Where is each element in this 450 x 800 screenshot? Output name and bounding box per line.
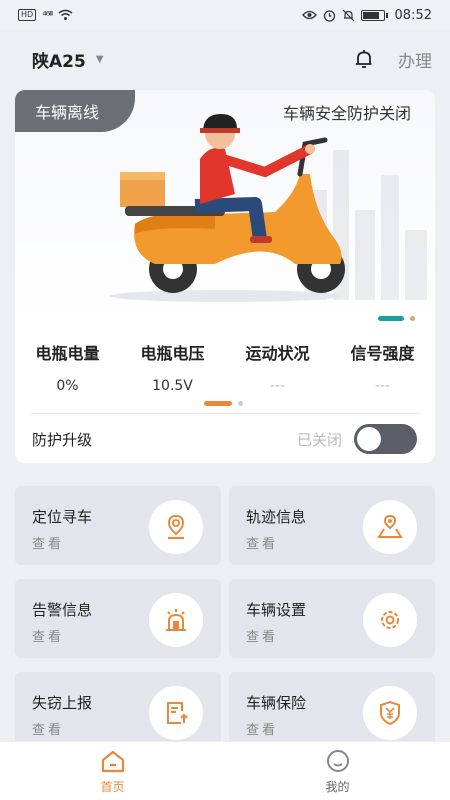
map-route-icon	[363, 500, 417, 554]
battery-icon	[360, 9, 388, 21]
stat-battery-level: 电瓶电量 0%	[15, 340, 120, 394]
status-bar: HD ⁴⁶ᴵᴵᴵ 08:52	[0, 0, 450, 30]
hd-badge: HD	[18, 9, 37, 21]
profile-circle-icon	[326, 750, 349, 772]
stat-value: 0%	[56, 378, 79, 394]
wifi-icon	[58, 9, 73, 20]
stat-value: ---	[374, 378, 391, 394]
stat-label: 运动状况	[245, 344, 310, 363]
banner: 车辆离线 车辆安全防护关闭	[15, 90, 435, 325]
pager-dot[interactable]	[410, 316, 415, 321]
clock-time: 08:52	[394, 7, 432, 23]
tile-alarm-info[interactable]: 告警信息 查看	[15, 579, 221, 658]
tile-track-info[interactable]: 轨迹信息 查看	[229, 486, 435, 565]
upgrade-label: 防护升级	[32, 430, 93, 449]
mute-bell-icon	[342, 9, 354, 21]
protection-upgrade-row: 防护升级 已关闭	[32, 424, 417, 454]
tab-label: 首页	[100, 780, 125, 794]
upgrade-status: 已关闭	[296, 430, 342, 449]
report-upload-icon	[149, 686, 203, 740]
chevron-down-icon[interactable]: ▼	[96, 54, 104, 65]
tile-theft-report[interactable]: 失窃上报 查看	[15, 672, 221, 741]
banner-pager	[378, 316, 415, 321]
pager-dot[interactable]	[238, 401, 243, 406]
status-right: 08:52	[301, 7, 432, 23]
tab-mine[interactable]: 我的	[225, 742, 450, 800]
toggle-knob	[357, 427, 381, 451]
signal-icon: ⁴⁶ᴵᴵᴵ	[42, 8, 53, 22]
stat-motion-status: 运动状况 ---	[225, 340, 330, 394]
tile-locate-vehicle[interactable]: 定位寻车 查看	[15, 486, 221, 565]
pager-dot-active[interactable]	[378, 316, 404, 321]
stat-label: 电瓶电量	[35, 344, 100, 363]
stats-pager	[204, 401, 243, 406]
stat-battery-voltage: 电瓶电压 10.5V	[120, 340, 225, 394]
pager-dot-active[interactable]	[204, 401, 232, 406]
bottom-tab-bar: 首页 我的	[0, 742, 450, 800]
stat-value: 10.5V	[152, 378, 193, 394]
feature-grid: 定位寻车 查看 轨迹信息 查看 告警信息 查看 车辆设置 查看 失窃上报 查看 …	[15, 486, 435, 741]
alarm-light-icon	[149, 593, 203, 647]
tab-label: 我的	[325, 780, 350, 794]
tab-home[interactable]: 首页	[0, 742, 225, 800]
protection-toggle[interactable]	[354, 424, 417, 454]
gear-icon	[363, 593, 417, 647]
stat-label: 信号强度	[350, 344, 415, 363]
stat-value: ---	[269, 378, 286, 394]
stats-row: 电瓶电量 0% 电瓶电压 10.5V 运动状况 --- 信号强度 ---	[15, 340, 435, 394]
tile-vehicle-settings[interactable]: 车辆设置 查看	[229, 579, 435, 658]
insurance-shield-icon	[363, 686, 417, 740]
scooter-rider-illustration	[110, 114, 345, 302]
vehicle-plate-selector[interactable]: 陕A25	[32, 47, 86, 72]
tile-vehicle-insurance[interactable]: 车辆保险 查看	[229, 672, 435, 741]
bell-icon[interactable]	[352, 47, 376, 71]
stat-label: 电瓶电压	[140, 344, 205, 363]
manage-button[interactable]: 办理	[398, 47, 432, 72]
divider	[30, 413, 420, 414]
location-pin-icon	[149, 500, 203, 554]
vehicle-status-card: 车辆离线 车辆安全防护关闭 电瓶电量 0% 电瓶电压 10.5V 运动状况 --…	[15, 90, 435, 463]
eye-icon	[301, 10, 317, 20]
top-bar: 陕A25 ▼ 办理	[0, 30, 450, 88]
home-icon	[101, 750, 124, 773]
status-left: HD ⁴⁶ᴵᴵᴵ	[18, 9, 73, 22]
alarm-clock-icon	[323, 9, 335, 22]
stat-signal-strength: 信号强度 ---	[330, 340, 435, 394]
